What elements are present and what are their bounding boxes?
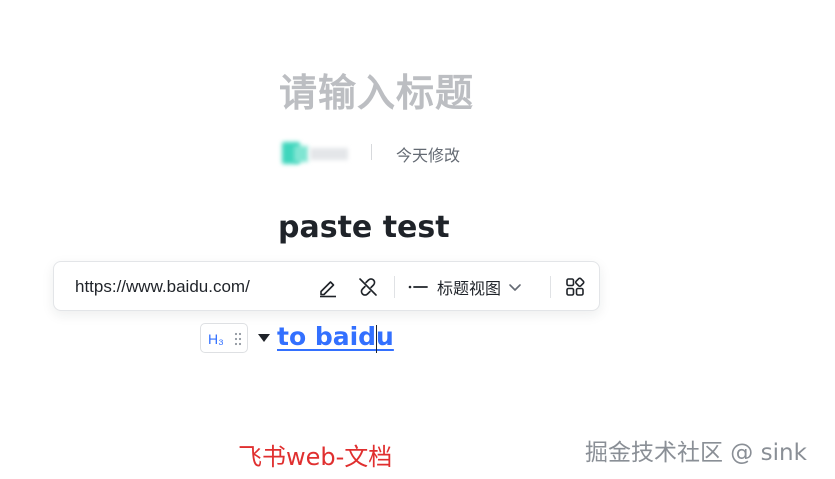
view-mode-label: 标题视图 xyxy=(437,279,502,298)
pencil-icon xyxy=(320,281,336,298)
collapse-triangle-icon[interactable] xyxy=(258,334,270,342)
meta-divider xyxy=(371,144,372,160)
author-avatar[interactable] xyxy=(280,140,350,166)
text-cursor xyxy=(376,325,377,353)
drag-handle-icon[interactable] xyxy=(234,332,242,346)
unlink-button[interactable] xyxy=(355,274,381,300)
heading-paste-test[interactable]: paste test xyxy=(278,210,450,245)
link-url[interactable]: https://www.baidu.com/ xyxy=(75,277,250,297)
link-toolbar: https://www.baidu.com/ 标题视图 xyxy=(53,261,600,311)
block-type-handle[interactable]: H₃ xyxy=(200,323,248,353)
grid-icon xyxy=(566,277,585,296)
more-options-button[interactable] xyxy=(562,274,588,300)
unlink-icon xyxy=(359,278,377,296)
chevron-down-icon xyxy=(507,279,523,295)
toolbar-divider xyxy=(550,276,551,298)
doc-title-input[interactable]: 请输入标题 xyxy=(279,62,474,117)
edit-link-button[interactable] xyxy=(315,274,341,300)
toolbar-divider xyxy=(394,276,395,298)
heading-level-badge: H₃ xyxy=(208,331,224,347)
modified-time: 今天修改 xyxy=(396,146,461,165)
annotation-label: 飞书web-文档 xyxy=(238,443,393,471)
view-mode-dropdown[interactable]: 标题视图 xyxy=(407,274,523,300)
watermark: 掘金技术社区 @ sink xyxy=(585,440,807,466)
document-page: 请输入标题 今天修改 paste test https://www.baidu.… xyxy=(0,0,835,479)
title-view-icon xyxy=(408,285,428,289)
